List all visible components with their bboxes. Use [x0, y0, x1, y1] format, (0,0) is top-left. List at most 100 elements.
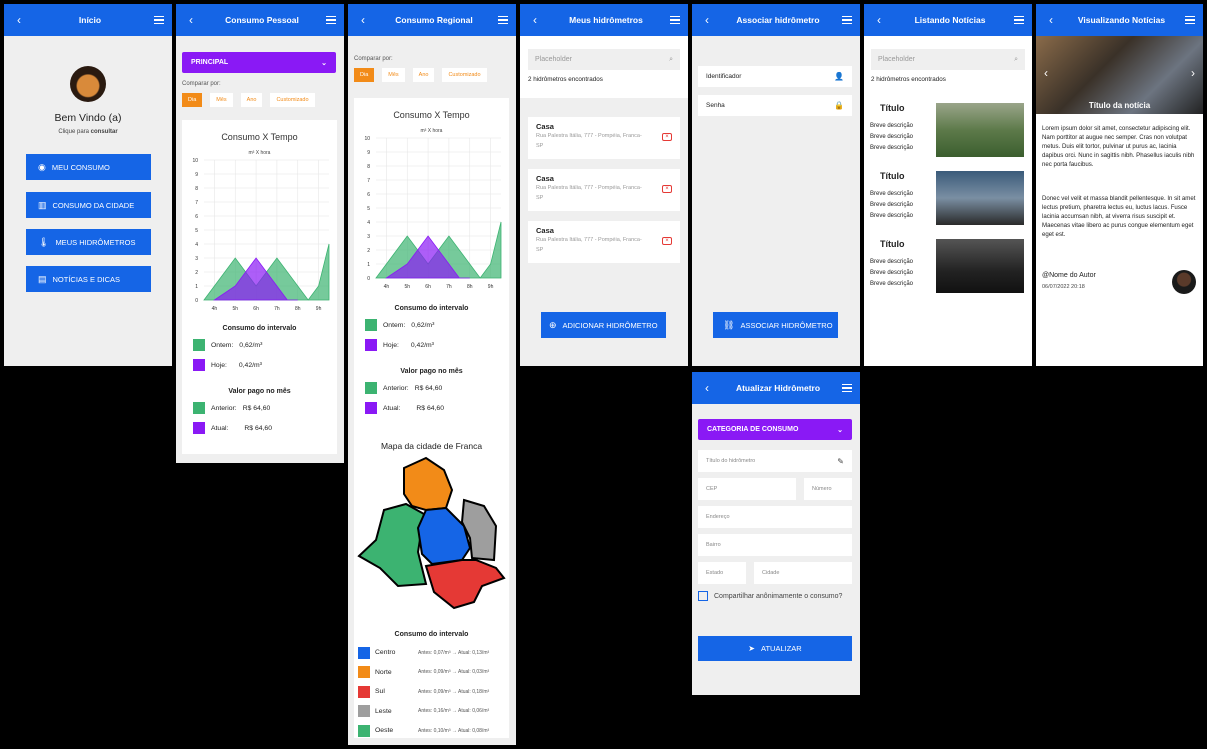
menu-icon[interactable]: [841, 15, 852, 25]
legend-yesterday: Ontem: 0,62/m³: [193, 339, 262, 351]
back-arrow-icon[interactable]: ‹: [700, 13, 714, 27]
y-axis-label: m³ X hora: [249, 150, 271, 156]
search-input[interactable]: Placeholder ⌕: [528, 49, 680, 70]
chevron-right-icon[interactable]: ›: [1191, 66, 1195, 80]
cep-field[interactable]: CEP: [698, 478, 796, 500]
meter-dropdown[interactable]: PRINCIPAL ⌄: [182, 52, 336, 73]
x-tick-label: 8h: [295, 306, 301, 312]
associate-meter-button[interactable]: ⛓ ASSOCIAR HIDRÔMETRO: [713, 312, 838, 338]
back-arrow-icon[interactable]: ‹: [700, 381, 714, 395]
thermometer-icon: 🌡: [38, 236, 50, 247]
password-field[interactable]: Senha 🔒: [698, 95, 852, 116]
regions-list: Centro Antes: 0,07/m³ → Atual: 0,13/m³ Nor…: [358, 643, 508, 741]
menu-icon[interactable]: [326, 15, 336, 25]
send-icon: ➤: [748, 644, 755, 653]
consumption-chart: Consumo X Tempo m³ X hora 0 1 2 3 4 5 6 7 8 9 10 4h 5h…: [192, 132, 330, 312]
compare-label: Comparar por:: [182, 81, 221, 87]
menu-icon[interactable]: [1184, 15, 1195, 25]
delete-icon[interactable]: ×: [662, 237, 672, 245]
back-arrow-icon[interactable]: ‹: [528, 13, 542, 27]
news-item[interactable]: Título Breve descrição Breve descrição B…: [870, 103, 1025, 158]
back-arrow-icon[interactable]: ‹: [12, 13, 26, 27]
region-name: Centro: [375, 649, 396, 657]
number-field[interactable]: Número: [804, 478, 852, 500]
x-tick-label: 7h: [446, 284, 452, 290]
legend-current: Atual: R$ 64,60: [193, 422, 272, 434]
green-swatch: [365, 319, 377, 331]
x-tick-label: 9h: [316, 306, 322, 312]
consumption-card: Consumo X Tempo m³ X hora 0 1 2 3 4 5 6 7 8 9 10 4h 5h…: [354, 98, 509, 738]
meter-card[interactable]: Casa Rua Palestra Itália, 777 - Pompéia, …: [528, 221, 680, 263]
address-field[interactable]: Endereço: [698, 506, 852, 528]
menu-icon[interactable]: [841, 383, 852, 393]
region-values: Antes: 0,07/m³ → Atual: 0,13/m³: [418, 649, 490, 656]
identifier-field[interactable]: Identificador 👤: [698, 66, 852, 87]
chip-month[interactable]: Mês: [210, 93, 233, 107]
app-bar: ‹ Consumo Pessoal: [176, 4, 344, 36]
y-tick-label: 6: [367, 192, 370, 198]
city-field[interactable]: Cidade: [754, 562, 852, 584]
app-bar: ‹ Início: [4, 4, 172, 36]
y-tick-label: 8: [195, 186, 198, 192]
back-arrow-icon[interactable]: ‹: [356, 13, 370, 27]
screen-home: ‹ Início Bem Vindo (a) Clique para consu…: [4, 4, 172, 366]
neighborhood-field[interactable]: Bairro: [698, 534, 852, 556]
y-tick-label: 7: [367, 178, 370, 184]
y-tick-label: 1: [195, 284, 198, 290]
meter-title-field[interactable]: Título do hidrômetro ✎: [698, 450, 852, 472]
menu-icon[interactable]: [1014, 15, 1024, 25]
news-tips-button[interactable]: ▤ NOTÍCIAS E DICAS: [26, 266, 151, 292]
delete-icon[interactable]: ×: [662, 185, 672, 193]
menu-icon[interactable]: [670, 15, 680, 25]
chip-day[interactable]: Dia: [354, 68, 375, 82]
chip-day[interactable]: Dia: [182, 93, 203, 107]
region-row: Sul Antes: 0,09/m³ → Atual: 0,18/m³: [358, 682, 508, 702]
chip-custom[interactable]: Customizado: [442, 68, 487, 82]
back-arrow-icon[interactable]: ‹: [1044, 13, 1058, 27]
my-meters-button[interactable]: 🌡 MEUS HIDRÔMETROS: [26, 229, 151, 255]
app-bar: ‹ Meus hidrômetros: [520, 4, 688, 36]
delete-icon[interactable]: ×: [662, 133, 672, 141]
eye-icon: ◉: [38, 161, 46, 172]
chip-month[interactable]: Mês: [382, 68, 405, 82]
app-bar: ‹ Associar hidrômetro: [692, 4, 860, 36]
y-tick-label: 4: [195, 242, 198, 248]
city-map[interactable]: [354, 456, 509, 636]
state-field[interactable]: Estado: [698, 562, 746, 584]
y-tick-label: 4: [367, 220, 370, 226]
results-count: 2 hidrômetros encontrados: [871, 76, 946, 83]
my-consumption-button[interactable]: ◉ MEU CONSUMO: [26, 154, 151, 180]
period-chips: Dia Mês Ano Customizado: [354, 68, 487, 82]
screen-update-meter: ‹ Atualizar Hidrômetro CATEGORIA DE CONS…: [692, 372, 860, 695]
update-button[interactable]: ➤ ATUALIZAR: [698, 636, 852, 661]
back-arrow-icon[interactable]: ‹: [872, 13, 886, 27]
meter-card[interactable]: Casa Rua Palestra Itália, 777 - Pompéia, …: [528, 117, 680, 159]
menu-icon[interactable]: [153, 15, 164, 25]
chevron-left-icon[interactable]: ‹: [1044, 66, 1048, 80]
region-name: Leste: [375, 707, 392, 715]
consumption-chart: Consumo X Tempo m³ X hora 0 1 2 3 4 5 6 7 8 9 10 4h 5h…: [364, 110, 502, 290]
news-paragraph-2: Donec vel velit et massa blandit pellent…: [1042, 195, 1196, 238]
menu-icon[interactable]: [497, 15, 508, 25]
app-bar: ‹ Listando Notícias: [864, 4, 1032, 36]
category-dropdown[interactable]: CATEGORIA DE CONSUMO ⌄: [698, 419, 852, 440]
chip-year[interactable]: Ano: [412, 68, 435, 82]
results-count: 2 hidrômetros encontrados: [528, 76, 603, 83]
y-tick-label: 3: [367, 234, 370, 240]
meter-card[interactable]: Casa Rua Palestra Itália, 777 - Pompéia, …: [528, 169, 680, 211]
city-consumption-button[interactable]: ▥ CONSUMO DA CIDADE: [26, 192, 151, 218]
news-item[interactable]: Título Breve descrição Breve descrição B…: [870, 239, 1025, 294]
chevron-down-icon: ⌄: [321, 59, 327, 67]
screen-news-view: ‹ Visualizando Notícias ‹ › Título da no…: [1036, 4, 1203, 366]
back-arrow-icon[interactable]: ‹: [184, 13, 198, 27]
chip-year[interactable]: Ano: [240, 93, 263, 107]
page-title: Visualizando Notícias: [1077, 15, 1166, 25]
share-checkbox[interactable]: [698, 591, 708, 601]
y-tick-label: 2: [367, 248, 370, 254]
news-item[interactable]: Título Breve descrição Breve descrição B…: [870, 171, 1025, 226]
chip-custom[interactable]: Customizado: [270, 93, 315, 107]
y-tick-label: 8: [367, 164, 370, 170]
add-meter-button[interactable]: ⊕ ADICIONAR HIDRÔMETRO: [541, 312, 666, 338]
search-input[interactable]: Placeholder ⌕: [871, 49, 1025, 70]
green-swatch: [365, 382, 377, 394]
